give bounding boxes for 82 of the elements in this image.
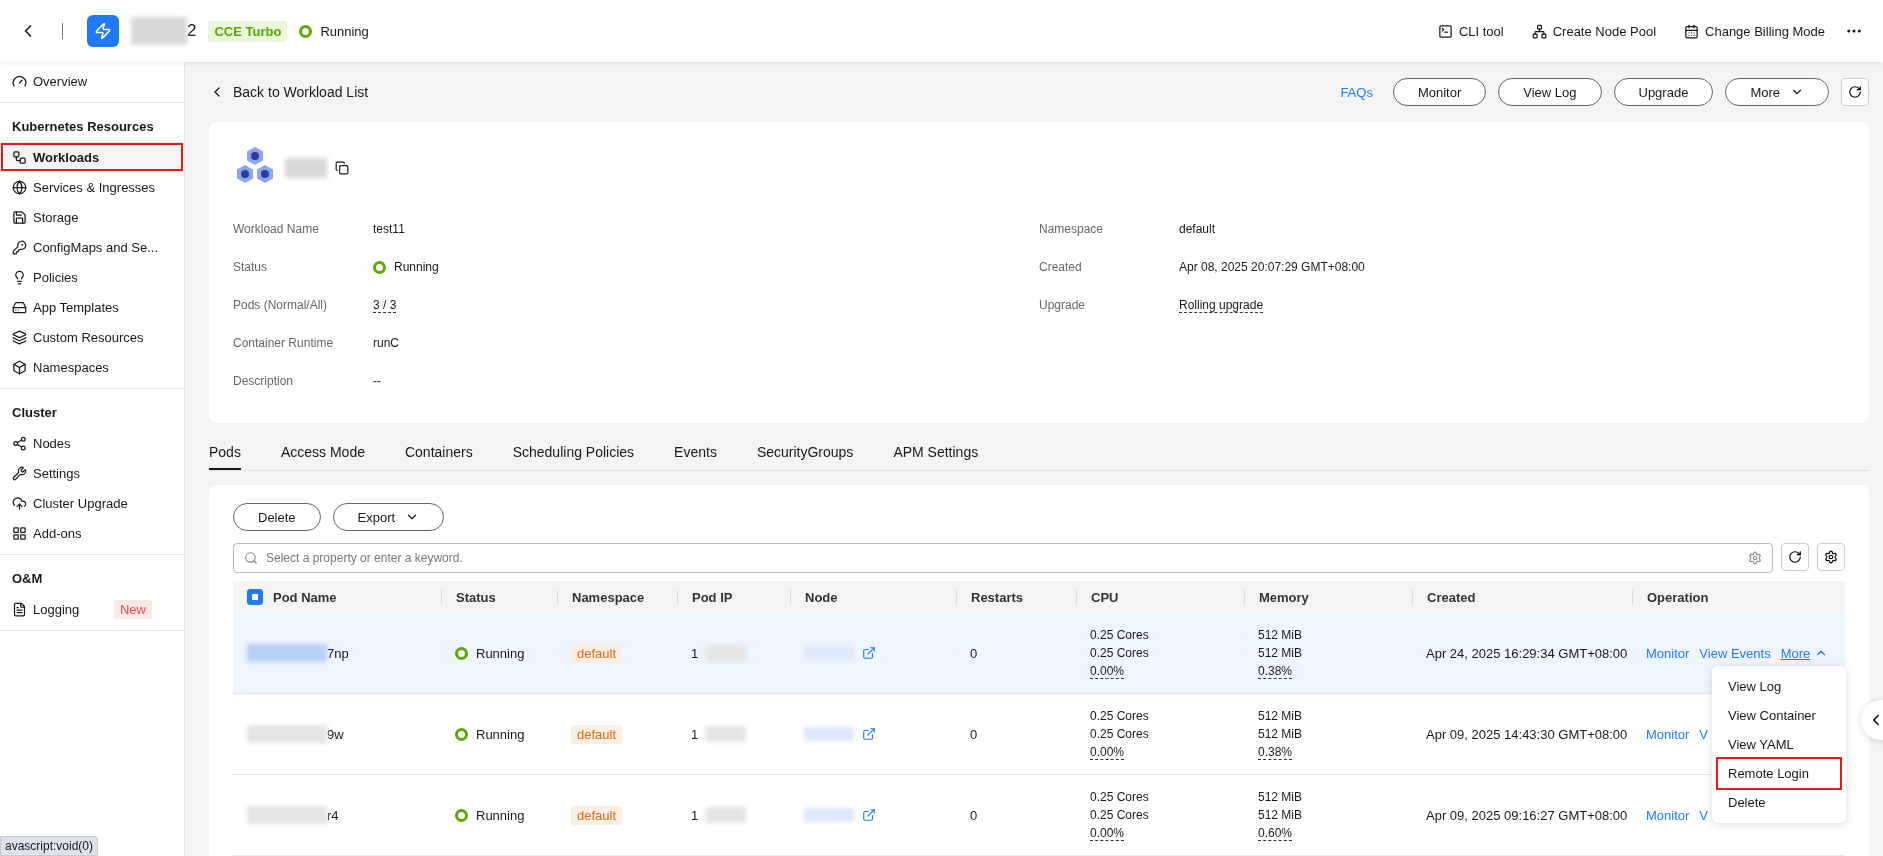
field-label: Upgrade: [1039, 298, 1087, 313]
sidebar-label: App Templates: [33, 299, 119, 315]
table-cell: 0.00%: [1090, 663, 1125, 679]
table-cell: 512 MiB: [1258, 789, 1303, 804]
field-label: Created: [1039, 260, 1083, 275]
table-cell: 512 MiB: [1258, 807, 1303, 822]
field-label: Description: [233, 374, 295, 389]
sidebar-label: Custom Resources: [33, 329, 144, 345]
namespace-tag: default: [571, 643, 623, 663]
column-header: CPU: [1091, 589, 1119, 605]
sidebar-label: Namespaces: [33, 359, 109, 375]
column-header: Node: [805, 589, 838, 605]
column-header: Pod Name: [273, 589, 337, 605]
column-header: Operation: [1647, 589, 1709, 605]
table-cell: Running: [476, 807, 525, 823]
field-value: --: [373, 374, 381, 389]
sidebar-label: Policies: [33, 269, 78, 285]
cluster-status: Running: [320, 23, 369, 39]
namespace-tag: default: [571, 724, 623, 744]
field-label: Namespace: [1039, 222, 1105, 237]
field-value: runC: [373, 336, 399, 351]
cluster-name: 2: [187, 21, 197, 41]
sidebar-section-title: O&M: [11, 570, 44, 588]
table-cell: 512 MiB: [1258, 708, 1303, 723]
field-label: Workload Name: [233, 222, 320, 237]
column-header: Created: [1427, 589, 1476, 605]
field-value: default: [1179, 222, 1216, 237]
table-cell: Apr 09, 2025 14:43:30 GMT+08:00: [1426, 726, 1628, 742]
table-cell: 0.25 Cores: [1090, 726, 1149, 741]
sidebar-label: Add-ons: [33, 525, 82, 541]
sidebar-section-title: Kubernetes Resources: [11, 118, 155, 136]
table-cell: 0.00%: [1090, 744, 1125, 760]
sidebar-label: Logging: [33, 601, 80, 617]
sidebar-label: Overview: [33, 73, 88, 89]
table-cell: 512 MiB: [1258, 726, 1303, 741]
column-header: Memory: [1259, 589, 1309, 605]
cluster-type-badge: CCE Turbo: [208, 20, 288, 42]
table-cell: 1: [691, 726, 699, 742]
table-cell: 0.25 Cores: [1090, 627, 1149, 642]
column-header: Status: [456, 589, 496, 605]
column-header: Restarts: [971, 589, 1024, 605]
table-cell: r4: [327, 807, 339, 823]
table-cell: Apr 24, 2025 16:29:34 GMT+08:00: [1426, 645, 1628, 661]
table-cell: 7np: [327, 645, 349, 661]
table-cell: 1: [691, 645, 699, 661]
column-header: Pod IP: [692, 589, 733, 605]
table-cell: 1: [691, 807, 699, 823]
field-value: Running: [394, 260, 439, 275]
field-label: Status: [233, 260, 269, 275]
table-cell: Running: [476, 726, 525, 742]
table-cell: 0: [970, 726, 978, 742]
namespace-tag: default: [571, 805, 623, 825]
sidebar-label: Cluster Upgrade: [33, 495, 128, 511]
sidebar-label: Services & Ingresses: [33, 179, 156, 195]
status-bar: avascript:void(0): [0, 836, 99, 856]
field-label: Pods (Normal/All): [233, 298, 329, 313]
table-cell: 0.25 Cores: [1090, 708, 1149, 723]
table-cell: 0.25 Cores: [1090, 789, 1149, 804]
field-value: Apr 08, 2025 20:07:29 GMT+08:00: [1179, 260, 1365, 275]
table-cell: 0: [970, 645, 978, 661]
field-value: test11: [373, 222, 405, 237]
table-cell: 9w: [327, 726, 344, 742]
table-cell: 0.00%: [1090, 825, 1125, 841]
table-cell: 0.25 Cores: [1090, 645, 1149, 660]
table-cell: 0.38%: [1258, 663, 1293, 679]
new-badge: New: [114, 599, 152, 619]
field-label: Container Runtime: [233, 336, 335, 351]
table-cell: 0.60%: [1258, 825, 1293, 841]
sidebar-section-title: Cluster: [11, 404, 58, 422]
sidebar-label: Workloads: [33, 149, 100, 165]
sidebar-label: Nodes: [33, 435, 71, 451]
table-cell: Apr 09, 2025 09:16:27 GMT+08:00: [1426, 807, 1628, 823]
table-cell: Running: [476, 645, 525, 661]
column-header: Namespace: [572, 589, 645, 605]
sidebar-label: Storage: [33, 209, 79, 225]
sidebar-label: Settings: [33, 465, 80, 481]
sidebar-label: ConfigMaps and Se...: [33, 239, 159, 255]
table-cell: 0.25 Cores: [1090, 807, 1149, 822]
table-cell: 512 MiB: [1258, 627, 1303, 642]
table-cell: 0: [970, 807, 978, 823]
table-cell: 512 MiB: [1258, 645, 1303, 660]
table-cell: 0.38%: [1258, 744, 1293, 760]
